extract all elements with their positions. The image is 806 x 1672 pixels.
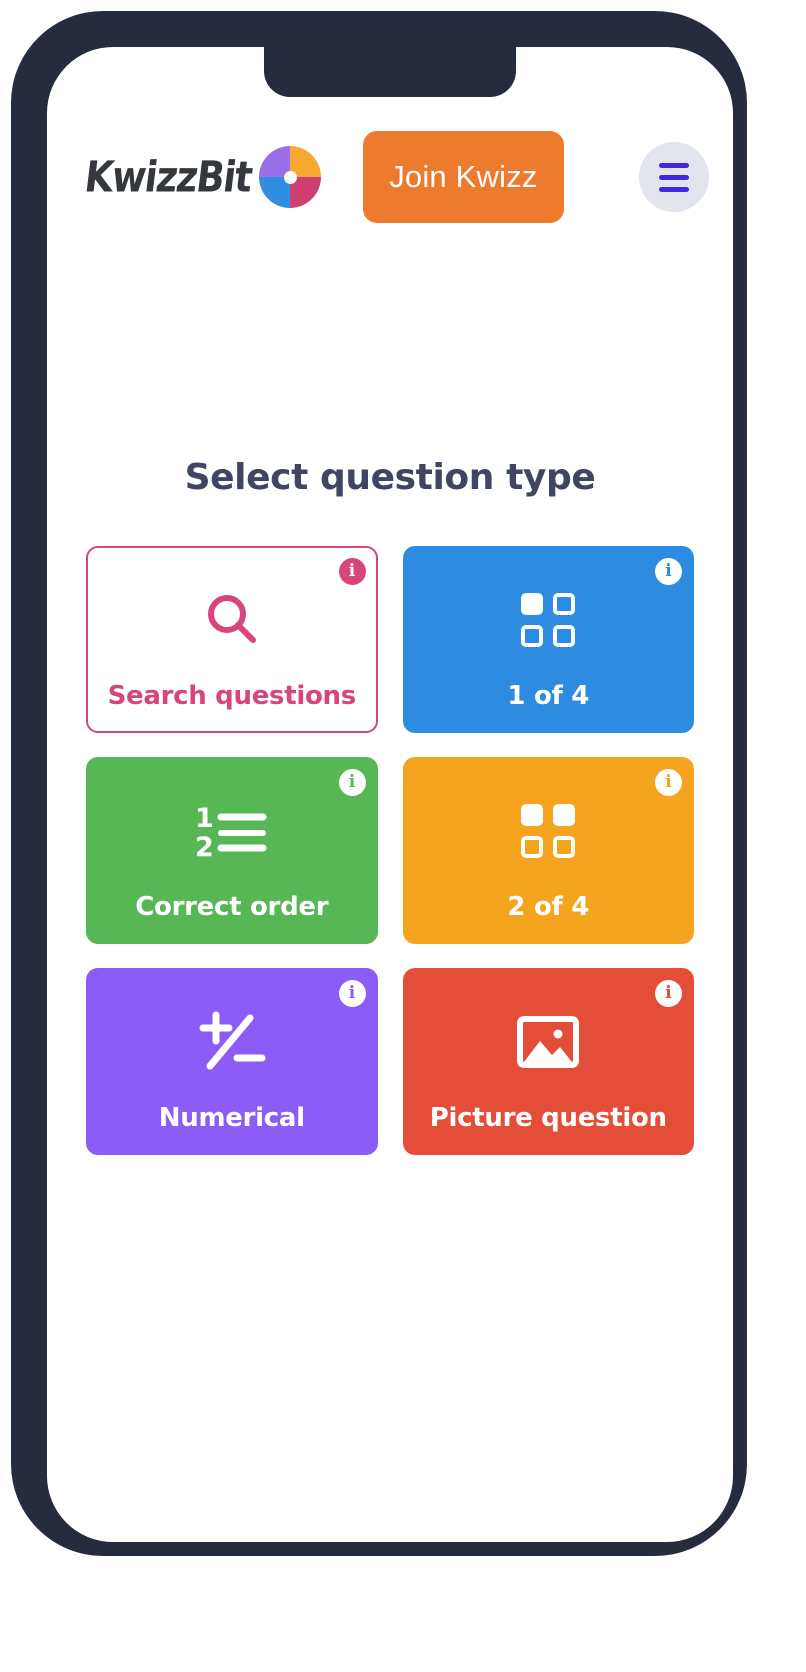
question-type-card-2-of-4[interactable]: i 2 of 4 <box>402 757 694 944</box>
grid-two-selected-icon <box>405 795 693 867</box>
info-icon-2-of-4[interactable]: i <box>655 769 682 796</box>
hamburger-icon-line-1 <box>659 162 689 168</box>
grid-one-selected-icon <box>405 584 693 656</box>
info-icon-1-of-4[interactable]: i <box>655 558 682 585</box>
pie-quadrant-logo-icon <box>259 146 322 208</box>
join-kwizz-button[interactable]: Join Kwizz <box>363 131 564 223</box>
info-icon-picture-question[interactable]: i <box>655 980 682 1007</box>
question-type-grid: i Search questions i 1 of 4 i 1 2 Correc… <box>86 546 694 1155</box>
question-type-label: Numerical <box>158 1103 305 1134</box>
magnifier-icon <box>88 584 376 656</box>
hamburger-icon-line-2 <box>659 174 689 180</box>
phone-notch <box>264 47 516 97</box>
app-header: KwizzBit Join Kwizz <box>47 107 733 247</box>
screenshot-stage: KwizzBit Join Kwizz Select question type… <box>0 0 806 1672</box>
question-type-card-search-questions[interactable]: i Search questions <box>86 546 378 733</box>
brand-name: KwizzBit <box>81 152 255 202</box>
svg-text:2: 2 <box>195 832 214 862</box>
phone-frame: KwizzBit Join Kwizz Select question type… <box>11 11 747 1556</box>
page-title: Select question type <box>184 457 596 498</box>
question-type-label: 1 of 4 <box>507 681 590 712</box>
question-type-label: Picture question <box>429 1103 667 1134</box>
question-type-card-picture-question[interactable]: i Picture question <box>402 968 694 1155</box>
info-icon-correct-order[interactable]: i <box>338 769 366 796</box>
info-icon-search-questions[interactable]: i <box>338 558 366 585</box>
numbered-list-icon: 1 2 <box>88 795 376 867</box>
question-type-card-correct-order[interactable]: i 1 2 Correct order <box>86 757 378 944</box>
image-icon <box>405 1006 693 1078</box>
brand-logo[interactable]: KwizzBit <box>81 146 322 208</box>
info-icon-numerical[interactable]: i <box>338 980 366 1007</box>
phone-screen: KwizzBit Join Kwizz Select question type… <box>47 47 733 1542</box>
question-type-label: Correct order <box>135 892 329 923</box>
question-type-label: Search questions <box>107 681 357 712</box>
main-content: Select question type i Search questions … <box>47 247 733 1155</box>
question-type-card-1-of-4[interactable]: i 1 of 4 <box>402 546 694 733</box>
phone-bezel: KwizzBit Join Kwizz Select question type… <box>22 22 736 1545</box>
question-type-card-numerical[interactable]: i Numerical <box>86 968 378 1155</box>
plus-minus-icon <box>88 1006 376 1078</box>
hamburger-icon-line-3 <box>659 186 689 192</box>
hamburger-menu-button[interactable] <box>639 142 709 212</box>
svg-text:1: 1 <box>195 803 214 834</box>
question-type-label: 2 of 4 <box>507 892 590 923</box>
